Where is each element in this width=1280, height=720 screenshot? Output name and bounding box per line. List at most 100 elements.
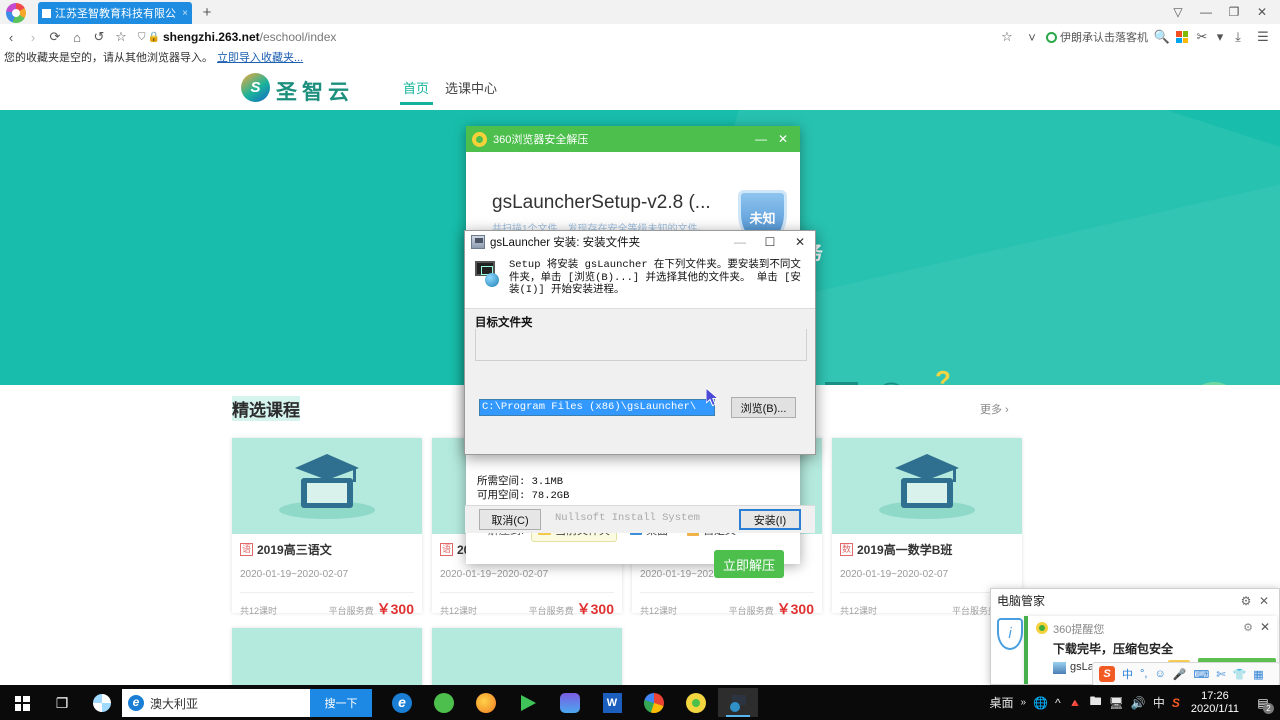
tab-close-icon[interactable]: × <box>182 8 188 19</box>
taskbar-360-safe-icon[interactable] <box>676 688 716 717</box>
address-bar[interactable]: ⛉ 🔒 shengzhi.263.net /eschool/index <box>138 26 996 48</box>
browser-tab[interactable]: 江苏圣智教育科技有限公 × <box>38 2 192 24</box>
ime-punctuation-icon[interactable]: °, <box>1140 668 1147 680</box>
taskbar-media-player2-icon[interactable] <box>508 688 548 717</box>
ime-keyboard-icon[interactable]: ⌨ <box>1193 668 1209 681</box>
ime-tools-icon[interactable]: ✄ <box>1216 668 1225 681</box>
toast-close-button[interactable]: ✕ <box>1255 594 1273 608</box>
taskbar-360-browser-icon[interactable] <box>424 688 464 717</box>
ime-voice-icon[interactable]: 🎤 <box>1173 668 1187 681</box>
tray-desktop-label[interactable]: 桌面 <box>990 694 1014 711</box>
browse-button[interactable]: 浏览(B)... <box>731 397 796 418</box>
space-available-text: 可用空间: 78.2GB <box>477 490 570 502</box>
unzip-window-title: 360浏览器安全解压 <box>493 134 589 146</box>
destination-folder-label: 目标文件夹 <box>475 317 533 329</box>
course-card-footer: 共12课时 平台服务费￥ <box>840 592 1014 619</box>
extract-now-button[interactable]: 立即解压 <box>714 550 784 578</box>
scissors-caret-icon[interactable]: ▾ <box>1216 26 1224 48</box>
tray-clock[interactable]: 17:26 2020/1/11 <box>1187 690 1243 716</box>
tray-security-icon[interactable]: 🔺 <box>1068 696 1083 710</box>
tray-network-guard-icon[interactable]: 🌐 <box>1033 696 1048 710</box>
taskbar-installer-icon[interactable] <box>718 688 758 717</box>
window-shrink-icon[interactable]: ▽ <box>1164 1 1192 23</box>
course-fee-label: 平台服务费 <box>328 606 374 616</box>
back-icon[interactable]: ‹ <box>0 26 22 48</box>
notification-gear-icon[interactable]: ⚙ <box>1243 621 1253 634</box>
bookmarks-empty-text: 您的收藏夹是空的，请从其他浏览器导入。 <box>4 52 213 64</box>
unzip-minimize-button[interactable]: — <box>750 132 772 146</box>
installer-main: 目标文件夹 C:\Program Files (x86)\gsLauncher\… <box>465 309 815 533</box>
notification-close-button[interactable]: ✕ <box>1260 620 1270 634</box>
menu-icon[interactable]: ☰ <box>1252 26 1274 48</box>
favorite-star-icon[interactable]: ☆ <box>996 26 1018 48</box>
scissors-icon[interactable]: ✂ <box>1191 26 1213 48</box>
360-logo-icon <box>472 131 487 147</box>
action-center-button[interactable]: ▤ 2 <box>1250 685 1276 720</box>
taskbar-chrome-icon[interactable] <box>634 688 674 717</box>
home-icon[interactable]: ⌂ <box>66 26 88 48</box>
site-nav-home[interactable]: 首页 <box>399 78 434 105</box>
browser-navbar: ‹ › ⟳ ⌂ ↺ ☆ ⛉ 🔒 shengzhi.263.net /eschoo… <box>0 24 1280 50</box>
cancel-button[interactable]: 取消(C) <box>479 509 541 530</box>
site-logo-icon[interactable] <box>241 73 270 102</box>
forward-icon[interactable]: › <box>22 26 44 48</box>
course-card[interactable]: 数 2019高一数学B班 2020-01-19~2020-02-07 共12课时 … <box>832 438 1022 617</box>
apps-grid-icon[interactable] <box>1176 31 1188 43</box>
chevron-down-icon[interactable]: ˅ <box>1021 26 1043 48</box>
tray-storage-icon[interactable]: 🖿 <box>1090 692 1102 713</box>
window-minimize-button[interactable]: — <box>1192 1 1220 23</box>
installer-maximize-button[interactable]: ☐ <box>755 232 785 253</box>
window-close-button[interactable]: ✕ <box>1248 1 1276 23</box>
course-hours: 共12课时 <box>440 606 478 616</box>
taskbar-media-player-icon[interactable] <box>466 688 506 717</box>
sogou-logo-icon[interactable]: S <box>1099 666 1115 682</box>
course-card-row2[interactable] <box>232 628 422 685</box>
course-subject-tag: 语 <box>440 543 453 556</box>
tray-show-hidden-icon[interactable]: ^ <box>1055 696 1061 710</box>
taskbar-search-box[interactable]: e 澳大利亚 搜一下 <box>122 689 372 717</box>
course-hours: 共12课时 <box>840 606 878 616</box>
cortana-icon[interactable] <box>88 689 116 717</box>
taskbar-word-icon[interactable]: W <box>592 688 632 717</box>
site-logo-text[interactable]: 圣智云 <box>276 76 354 106</box>
ime-skin-icon[interactable]: 👕 <box>1233 668 1247 681</box>
installer-instructions: Setup 将安装 gsLauncher 在下列文件夹。要安装到不同文件夹，单击… <box>509 259 801 296</box>
window-maximize-button[interactable]: ❐ <box>1220 1 1248 23</box>
ime-menu-icon[interactable]: ▦ <box>1253 668 1263 681</box>
taskbar-edge-icon[interactable]: e <box>382 688 422 717</box>
history-icon[interactable]: ↺ <box>88 26 110 48</box>
site-nav-course-center[interactable]: 选课中心 <box>445 78 497 97</box>
start-button[interactable] <box>4 689 40 717</box>
task-view-button[interactable]: ❐ <box>46 689 78 717</box>
course-date-range: 2020-01-19~2020-02-07 <box>840 569 949 580</box>
import-bookmarks-link[interactable]: 立即导入收藏夹... <box>217 49 303 65</box>
tray-volume-icon[interactable]: 🔊 <box>1131 696 1146 710</box>
course-price: ￥300 <box>576 601 614 617</box>
tray-network-icon[interactable]: 🖥 <box>1109 696 1124 710</box>
tray-sogou-icon[interactable]: S <box>1172 696 1180 710</box>
installer-close-button[interactable]: ✕ <box>785 232 815 253</box>
tray-overflow-icon[interactable]: » <box>1021 697 1027 708</box>
360-logo-icon <box>1036 622 1048 634</box>
taskbar-search-button[interactable]: 搜一下 <box>310 689 372 717</box>
news-ticker[interactable]: 伊朗承认击落客机 <box>1046 29 1148 45</box>
toast-gear-icon[interactable]: ⚙ <box>1237 594 1255 608</box>
bookmark-star-icon[interactable]: ☆ <box>110 26 132 48</box>
tray-ime-icon[interactable]: 中 <box>1153 694 1165 711</box>
installer-minimize-button[interactable]: — <box>725 232 755 253</box>
course-card-row2[interactable] <box>432 628 622 685</box>
destination-group-box <box>475 329 807 361</box>
ime-emoji-icon[interactable]: ☺ <box>1154 668 1165 680</box>
course-card[interactable]: 语 2019高三语文 2020-01-19~2020-02-07 共12课时 平台… <box>232 438 422 617</box>
course-card-image <box>232 438 422 534</box>
install-button[interactable]: 安装(I) <box>739 509 801 530</box>
taskbar-app-store-icon[interactable] <box>550 688 590 717</box>
reload-icon[interactable]: ⟳ <box>44 26 66 48</box>
destination-path-input[interactable]: C:\Program Files (x86)\gsLauncher\ <box>479 399 715 416</box>
ime-chinese-mode-icon[interactable]: 中 <box>1122 666 1133 682</box>
unzip-close-button[interactable]: ✕ <box>772 132 794 146</box>
search-icon[interactable]: 🔍 <box>1151 26 1173 48</box>
section-more-link[interactable]: 更多 › <box>980 401 1009 417</box>
new-tab-button[interactable]: + <box>198 4 216 22</box>
download-icon[interactable]: ⤓ <box>1227 26 1249 48</box>
